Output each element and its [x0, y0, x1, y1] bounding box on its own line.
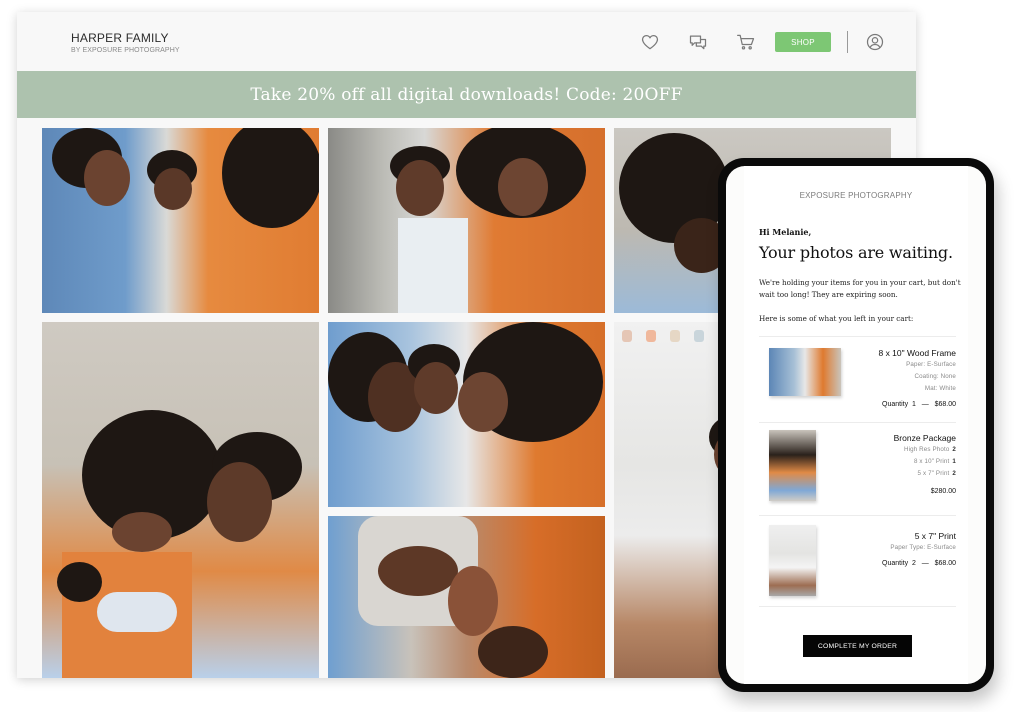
email-body: We're holding your items for you in your…	[759, 278, 961, 299]
gallery-photo[interactable]	[328, 516, 605, 678]
gallery-title: HARPER FAMILY	[71, 31, 169, 45]
chat-icon	[689, 35, 707, 50]
item-detail: Coating: None	[914, 373, 956, 380]
item-detail: 8 x 10" Print 1	[913, 458, 956, 465]
item-info: Bronze Package High Res Photo 2 8 x 10" P…	[894, 432, 956, 498]
item-detail: Paper: E-Surface	[906, 361, 956, 368]
divider	[759, 606, 956, 607]
item-thumbnail	[769, 348, 841, 396]
nav-divider	[847, 31, 848, 53]
gallery-photo[interactable]	[42, 322, 319, 678]
cart-button[interactable]	[735, 31, 757, 53]
promo-banner: Take 20% off all digital downloads! Code…	[17, 71, 916, 118]
messages-button[interactable]	[687, 31, 709, 53]
abandoned-cart-email: EXPOSURE PHOTOGRAPHY Hi Melanie, Your ph…	[744, 166, 968, 684]
item-name: 8 x 10" Wood Frame	[878, 348, 956, 358]
item-detail: 5 x 7" Print 2	[917, 470, 956, 477]
gallery-brand[interactable]: HARPER FAMILY BY EXPOSURE PHOTOGRAPHY	[71, 31, 180, 55]
gallery-photo[interactable]	[42, 128, 319, 313]
email-brand: EXPOSURE PHOTOGRAPHY	[799, 191, 913, 200]
gallery-subtitle: BY EXPOSURE PHOTOGRAPHY	[71, 47, 180, 54]
item-thumbnail	[769, 430, 816, 501]
item-quantity-price: Quantity 1 — $68.00	[882, 401, 956, 408]
header-nav: SHOP	[639, 30, 886, 54]
cart-item[interactable]: 8 x 10" Wood Frame Paper: E-Surface Coat…	[759, 337, 956, 422]
item-detail: Mat: White	[924, 385, 956, 392]
gallery-photo[interactable]	[328, 322, 605, 507]
item-detail: Paper Type: E-Surface	[890, 544, 956, 551]
email-greeting: Hi Melanie,	[759, 227, 812, 237]
gallery-photo[interactable]	[328, 128, 605, 313]
item-name: Bronze Package	[893, 433, 956, 443]
item-name: 5 x 7" Print	[914, 531, 956, 541]
gallery-header: HARPER FAMILY BY EXPOSURE PHOTOGRAPHY SH…	[17, 12, 916, 71]
cart-item[interactable]: Bronze Package High Res Photo 2 8 x 10" P…	[759, 423, 956, 515]
item-info: 8 x 10" Wood Frame Paper: E-Surface Coat…	[878, 347, 956, 411]
favorites-button[interactable]	[639, 31, 661, 53]
item-price: $280.00	[930, 488, 956, 495]
phone-mockup: EXPOSURE PHOTOGRAPHY Hi Melanie, Your ph…	[718, 158, 994, 692]
cart-item[interactable]: 5 x 7" Print Paper Type: E-Surface Quant…	[759, 516, 956, 606]
user-icon	[866, 33, 884, 51]
complete-order-button[interactable]: COMPLETE MY ORDER	[803, 635, 912, 657]
item-thumbnail	[769, 525, 816, 596]
item-info: 5 x 7" Print Paper Type: E-Surface Quant…	[882, 530, 956, 570]
phone-screen: EXPOSURE PHOTOGRAPHY Hi Melanie, Your ph…	[726, 166, 986, 684]
cart-intro: Here is some of what you left in your ca…	[759, 314, 914, 323]
account-button[interactable]	[864, 31, 886, 53]
item-quantity-price: Quantity 2 — $68.00	[882, 560, 956, 567]
email-headline: Your photos are waiting.	[759, 243, 953, 262]
cart-icon	[737, 34, 755, 50]
shop-button[interactable]: SHOP	[775, 32, 831, 52]
item-detail: High Res Photo 2	[903, 446, 956, 453]
heart-icon	[641, 34, 659, 50]
